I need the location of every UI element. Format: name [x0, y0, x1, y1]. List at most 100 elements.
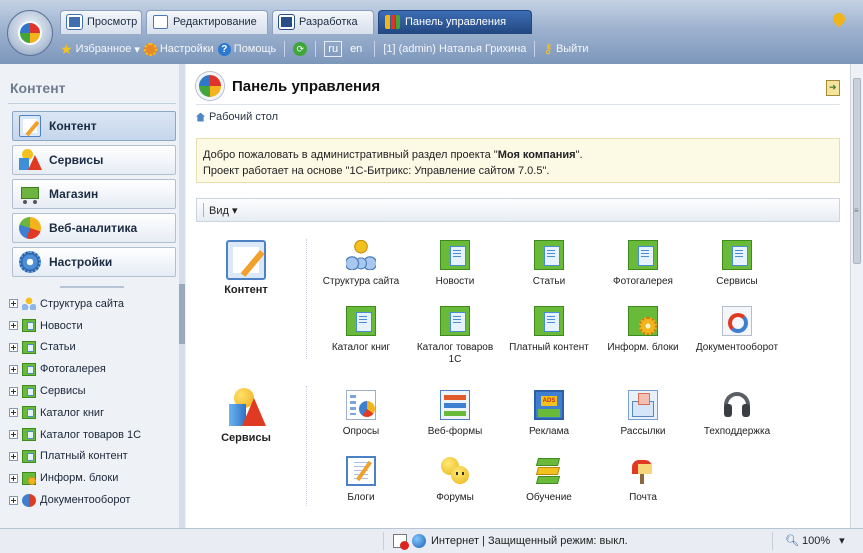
monitor-icon — [67, 15, 82, 29]
scroll-grip-icon: ≡ — [854, 206, 859, 215]
export-icon[interactable] — [826, 80, 840, 96]
workflow-icon — [22, 493, 36, 507]
iblock-icon — [22, 406, 36, 420]
welcome-line-1: Добро пожаловать в административный разд… — [203, 149, 583, 161]
scrollbar-thumb[interactable] — [853, 78, 861, 264]
tree-item-gallery[interactable]: Фотогалерея — [9, 358, 141, 380]
sidebar-menu-settings[interactable]: Настройки — [12, 247, 176, 277]
main-panel: Панель управления Рабочий стол Добро пож… — [186, 64, 850, 528]
settings-link[interactable]: Настройки — [143, 42, 214, 56]
expand-icon[interactable] — [9, 430, 18, 440]
tab-control-panel[interactable]: Панель управления — [378, 10, 532, 34]
lang-ru-button[interactable]: ru — [324, 41, 343, 57]
chevron-down-icon: ▾ — [839, 535, 845, 547]
tree-item-news[interactable]: Новости — [9, 315, 141, 337]
tile-ads[interactable]: ADS Реклама — [504, 390, 594, 438]
tile-news[interactable]: Новости — [410, 240, 500, 288]
tree-item-workflow[interactable]: Документооборот — [9, 489, 141, 511]
tab-edit[interactable]: Редактирование — [146, 10, 268, 34]
tree-item-iblocks[interactable]: Информ. блоки — [9, 467, 141, 489]
home-icon — [196, 112, 205, 122]
expand-icon[interactable] — [9, 473, 18, 483]
code-icon — [279, 15, 294, 29]
tile-1c-catalog[interactable]: Каталог товаров 1С — [410, 306, 500, 366]
tile-book-catalog[interactable]: Каталог книг — [316, 306, 406, 354]
tile-polls[interactable]: Опросы — [316, 390, 406, 438]
structure-icon — [346, 240, 376, 270]
group-divider — [306, 239, 307, 359]
tile-paid-content[interactable]: Платный контент — [504, 306, 594, 354]
expand-icon[interactable] — [9, 451, 18, 461]
vertical-scrollbar[interactable]: ≡ — [850, 64, 863, 528]
security-zone[interactable]: Интернет | Защищенный режим: выкл. — [393, 534, 628, 550]
iblock-icon — [22, 319, 36, 333]
tile-forums[interactable]: Форумы — [410, 456, 500, 504]
tile-mailing[interactable]: Рассылки — [598, 390, 688, 438]
sidebar-menu-analytics[interactable]: Веб-аналитика — [12, 213, 176, 243]
page-title: Панель управления — [232, 78, 381, 95]
sidebar-menu-content[interactable]: Контент — [12, 111, 176, 141]
separator — [203, 203, 204, 217]
expand-icon[interactable] — [9, 408, 18, 418]
group-divider — [306, 386, 307, 506]
tile-support[interactable]: Техподдержка — [692, 390, 782, 438]
lang-en-button[interactable]: en — [346, 41, 366, 57]
tree-item-structure[interactable]: Структура сайта — [9, 293, 141, 315]
divider — [8, 103, 176, 104]
settings-gear-icon — [19, 251, 41, 273]
tree-item-articles[interactable]: Статьи — [9, 337, 141, 359]
tile-workflow[interactable]: Документооборот — [692, 306, 782, 354]
tab-develop[interactable]: Разработка — [272, 10, 374, 34]
popup-blocked-icon — [393, 534, 409, 550]
bitrix-orb-icon[interactable] — [7, 10, 53, 56]
pencil-icon — [153, 15, 168, 29]
breadcrumb-desktop-link[interactable]: Рабочий стол — [209, 111, 278, 123]
expand-icon[interactable] — [9, 321, 18, 331]
expand-icon[interactable] — [9, 495, 18, 505]
tile-gallery[interactable]: Фотогалерея — [598, 240, 688, 288]
expand-icon[interactable] — [9, 386, 18, 396]
sidebar-collapse-handle[interactable] — [179, 64, 185, 528]
help-link[interactable]: ? Помощь — [217, 42, 276, 56]
favorites-menu[interactable]: ★ Избранное ▾ — [60, 42, 140, 56]
tab-view[interactable]: Просмотр — [60, 10, 142, 34]
tile-services[interactable]: Сервисы — [692, 240, 782, 288]
tree-item-paid-content[interactable]: Платный контент — [9, 446, 141, 468]
star-icon: ★ — [60, 41, 73, 57]
logout-link[interactable]: ⚷ Выйти — [543, 41, 588, 57]
iblock-icon — [22, 340, 36, 354]
tree-item-1c-catalog[interactable]: Каталог товаров 1С — [9, 424, 141, 446]
tile-webforms[interactable]: Веб-формы — [410, 390, 500, 438]
separator — [383, 532, 384, 550]
tile-mail[interactable]: Почта — [598, 456, 688, 504]
sidebar-menu-shop[interactable]: Магазин — [12, 179, 176, 209]
sidebar-menu-services[interactable]: Сервисы — [12, 145, 176, 175]
separator — [772, 532, 773, 550]
pin-icon[interactable] — [830, 10, 848, 28]
group-content-header: Контент — [196, 240, 296, 296]
expand-icon[interactable] — [9, 299, 18, 309]
magnifier-icon: 🔍︎ — [785, 535, 799, 547]
tile-learning[interactable]: Обучение — [504, 456, 594, 504]
bitrix-logo-icon — [196, 72, 224, 100]
tile-structure[interactable]: Структура сайта — [316, 240, 406, 288]
tile-iblocks[interactable]: Информ. блоки — [598, 306, 688, 354]
view-toolbar: Вид ▾ — [196, 198, 840, 222]
user-link[interactable]: [1] (admin) Наталья Грихина — [383, 43, 526, 55]
iblock-gear-icon — [22, 471, 36, 485]
iblock-icon — [534, 240, 564, 270]
update-icon[interactable]: ⟳ — [293, 42, 308, 56]
tree-item-services[interactable]: Сервисы — [9, 380, 141, 402]
tree-item-book-catalog[interactable]: Каталог книг — [9, 402, 141, 424]
tile-articles[interactable]: Статьи — [504, 240, 594, 288]
zoom-control[interactable]: 🔍︎ 100% ▾ — [785, 534, 845, 548]
expand-icon[interactable] — [9, 364, 18, 374]
content-pencil-icon — [226, 240, 266, 280]
globe-icon — [412, 534, 426, 548]
status-bar: Интернет | Защищенный режим: выкл. 🔍︎ 10… — [0, 528, 863, 553]
view-menu-button[interactable]: Вид ▾ — [209, 204, 237, 217]
panel-splitter[interactable] — [60, 286, 124, 288]
tile-blogs[interactable]: Блоги — [316, 456, 406, 504]
expand-icon[interactable] — [9, 342, 18, 352]
divider — [196, 104, 840, 105]
